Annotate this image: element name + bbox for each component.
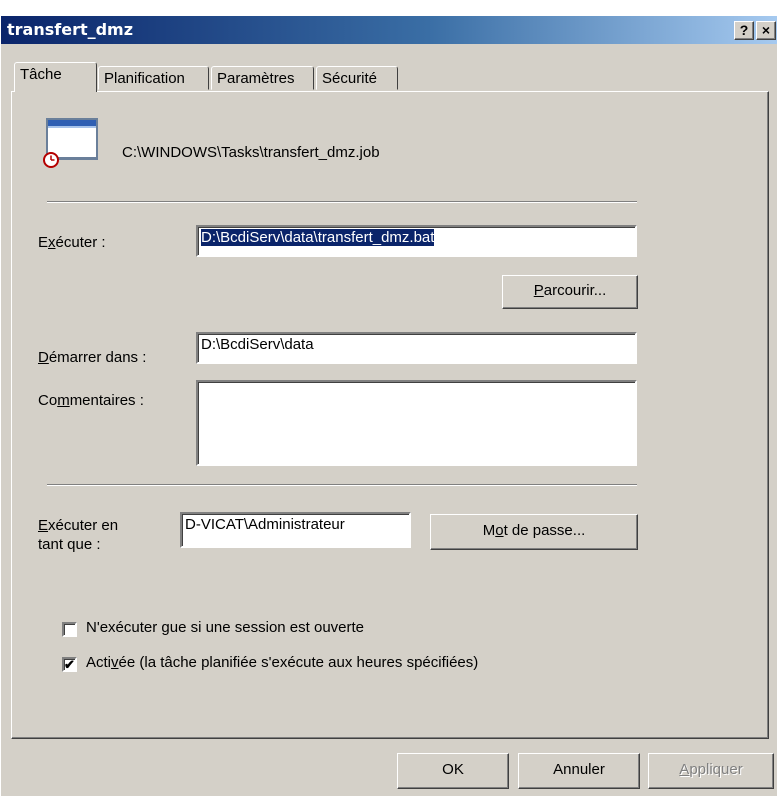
task-properties-dialog: transfert_dmz ? × Tâche Planification Pa… xyxy=(0,16,777,796)
tab-label: Sécurité xyxy=(322,70,378,87)
run-as-label-line1: Exécuter en xyxy=(38,517,119,534)
tab-planification[interactable]: Planification xyxy=(98,66,209,90)
run-as-label-line2: tant que : xyxy=(38,536,101,553)
apply-button[interactable]: Appliquer xyxy=(648,753,774,789)
tab-page-tache: C:\WINDOWS\Tasks\transfert_dmz.job Exécu… xyxy=(11,91,769,739)
enabled-checkbox[interactable]: ✔ xyxy=(62,657,77,672)
tab-tache[interactable]: Tâche xyxy=(14,62,97,92)
check-mark-icon: ✔ xyxy=(64,657,75,672)
cancel-button[interactable]: Annuler xyxy=(518,753,640,789)
tab-parametres[interactable]: Paramètres xyxy=(211,66,314,90)
comments-field[interactable] xyxy=(196,380,637,466)
start-in-label: Démarrer dans : xyxy=(38,349,147,366)
only-logged-on-checkbox[interactable] xyxy=(62,622,77,637)
tab-securite[interactable]: Sécurité xyxy=(316,66,398,90)
run-as-field[interactable]: D-VICAT\Administrateur xyxy=(180,512,411,548)
browse-button[interactable]: Parcourir... xyxy=(502,275,638,309)
ok-button[interactable]: OK xyxy=(397,753,509,789)
tab-label: Planification xyxy=(104,70,185,87)
tab-label: Tâche xyxy=(20,66,62,83)
scheduled-task-icon xyxy=(37,117,99,169)
start-in-value: D:\BcdiServ\data xyxy=(201,336,314,353)
run-as-value: D-VICAT\Administrateur xyxy=(185,516,345,533)
enabled-label: Activée (la tâche planifiée s'exécute au… xyxy=(86,654,479,671)
run-label: Exécuter : xyxy=(38,234,106,251)
separator xyxy=(47,201,637,203)
comments-label: Commentaires : xyxy=(38,392,144,409)
tab-label: Paramètres xyxy=(217,70,295,87)
separator xyxy=(47,484,637,486)
only-logged-on-label: N'exécuter gue si une session est ouvert… xyxy=(86,619,365,636)
run-field[interactable]: D:\BcdiServ\data\transfert_dmz.bat xyxy=(196,225,637,257)
password-button[interactable]: Mot de passe... xyxy=(430,514,638,550)
run-value: D:\BcdiServ\data\transfert_dmz.bat xyxy=(201,229,435,246)
start-in-field[interactable]: D:\BcdiServ\data xyxy=(196,332,637,364)
job-path: C:\WINDOWS\Tasks\transfert_dmz.job xyxy=(122,144,380,161)
